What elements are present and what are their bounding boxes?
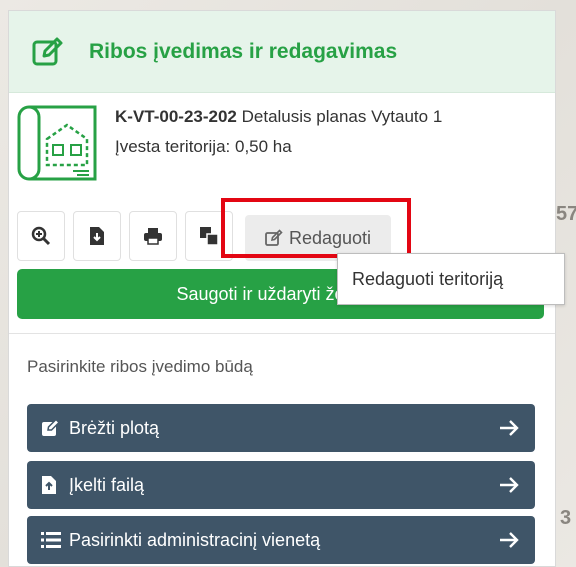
panel-header: Ribos įvedimas ir redagavimas [9, 11, 555, 93]
divider [9, 333, 555, 334]
plan-title: K-VT-00-23-202 Detalusis planas Vytauto … [115, 107, 442, 127]
edit-icon [265, 229, 283, 246]
panel-title: Ribos įvedimas ir redagavimas [89, 39, 398, 63]
arrow-right-icon [500, 477, 519, 493]
copy-button[interactable] [185, 211, 233, 261]
admin-unit-label: Pasirinkti administracinį vienetą [69, 529, 321, 550]
edit-button-label: Redaguoti [288, 227, 372, 248]
arrow-right-icon [500, 532, 519, 548]
map-label: 3 [560, 507, 572, 529]
draw-area-label: Brėžti plotą [69, 417, 160, 438]
blueprint-icon [17, 105, 97, 181]
plan-info: K-VT-00-23-202 Detalusis planas Vytauto … [9, 93, 555, 208]
list-icon [41, 529, 63, 551]
edit-tooltip: Redaguoti teritoriją [337, 253, 565, 305]
file-upload-icon [41, 474, 63, 496]
method-prompt: Pasirinkite ribos įvedimo būdą [27, 357, 253, 376]
plan-area: Įvesta teritorija: 0,50 ha [115, 137, 292, 156]
download-button[interactable] [73, 211, 121, 261]
zoom-in-button[interactable] [17, 211, 65, 261]
draw-area-button[interactable]: Brėžti plotą [27, 404, 535, 452]
arrow-right-icon [500, 420, 519, 436]
upload-file-button[interactable]: Įkelti failą [27, 461, 535, 509]
map-label: 57 [556, 203, 576, 225]
admin-unit-button[interactable]: Pasirinkti administracinį vienetą [27, 516, 535, 564]
zoom-in-icon [31, 226, 51, 246]
draw-icon [41, 417, 63, 439]
print-button[interactable] [129, 211, 177, 261]
upload-file-label: Įkelti failą [69, 474, 145, 495]
copy-icon [200, 227, 219, 246]
plan-name: Detalusis planas Vytauto 1 [241, 107, 443, 126]
edit-square-icon [32, 37, 63, 65]
file-download-icon [90, 227, 104, 245]
save-button-label: Saugoti ir uždaryti že [176, 283, 345, 304]
print-icon [144, 228, 162, 245]
plan-code: K-VT-00-23-202 [115, 107, 237, 126]
